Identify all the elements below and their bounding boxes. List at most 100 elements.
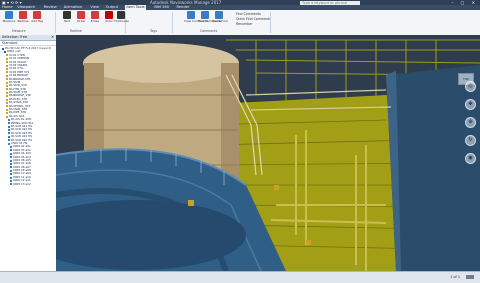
status-bar: 1 of 1 (0, 271, 480, 283)
layer-icon (6, 95, 8, 98)
layer-icon (10, 169, 12, 172)
look-icon[interactable]: ◉ (465, 153, 476, 164)
layer-icon (6, 115, 8, 118)
color-icon (105, 11, 113, 19)
layer-icon (6, 68, 8, 71)
draw-button[interactable]: Draw (74, 11, 88, 27)
group-redline-label: Redline (70, 29, 82, 33)
layer-icon (6, 108, 8, 111)
layer-icon (6, 64, 8, 67)
button-label: Quick Find (212, 19, 228, 23)
tag-icon (33, 11, 41, 19)
find-comments-button[interactable]: Find Comments (198, 11, 222, 27)
panel-title: Selection Tree (2, 35, 28, 39)
layer-icon (6, 84, 8, 87)
navigation-bar: ◎ ✥ ⊕ ↻ ◉ (464, 81, 476, 191)
layer-icon (8, 122, 10, 125)
layer-icon (6, 71, 8, 74)
button-label: Erase (90, 19, 100, 23)
pan-icon[interactable]: ✥ (465, 99, 476, 110)
layer-icon (2, 47, 4, 50)
ribbon: Find Comments Quick Find Comments Renumb… (0, 10, 480, 36)
add-tag-button[interactable]: Add Tag (30, 11, 44, 27)
tree-item[interactable]: 0000 13 a12 (0, 181, 56, 186)
layer-icon (10, 159, 12, 162)
layer-icon (8, 118, 10, 121)
button-label: Find Comments (198, 19, 222, 23)
layer-icon (6, 112, 8, 115)
layer-icon (6, 57, 8, 60)
layer-icon (8, 132, 10, 135)
ribbon-separator (270, 12, 271, 33)
close-icon[interactable]: ✕ (51, 35, 54, 40)
layer-icon (6, 91, 8, 94)
layer-icon (4, 51, 6, 54)
selection-tree: PC-HZ CAC EF Full 2017 (Level 2) 0000 uni… (0, 46, 56, 186)
find-comments-link[interactable]: Find Comments (236, 12, 261, 16)
button-label: Text (63, 19, 71, 23)
text-button[interactable]: Text (60, 11, 74, 27)
button-label: Add Tag (31, 19, 43, 23)
group-tags-label: Tags (150, 29, 158, 33)
layer-icon (10, 156, 12, 159)
layer-icon (10, 173, 12, 176)
quick-find-button[interactable]: Quick Find (212, 11, 228, 27)
renumber-link[interactable]: Renumber (236, 22, 252, 26)
panel-header: Selection Tree ✕ (0, 35, 56, 41)
find-icon (201, 11, 209, 19)
quick-find-comments-link[interactable]: Quick Find Comments (236, 17, 271, 21)
3d-viewport[interactable]: TOP ◎ ✥ ⊕ ↻ ◉ (56, 35, 480, 271)
layer-icon (6, 88, 8, 91)
selection-tree-panel: Selection Tree ✕ Standard PC-HZ CAC EF F… (0, 35, 57, 271)
layer-icon (6, 54, 8, 57)
button-label: Measure (2, 19, 16, 23)
search-input[interactable]: Type a keyword or phrase (300, 0, 360, 5)
erase-icon (91, 11, 99, 19)
layer-icon (10, 152, 12, 155)
layer-icon (6, 61, 8, 64)
thickness-button[interactable]: Thickness (114, 11, 129, 27)
redline-button[interactable]: Redline (16, 11, 30, 27)
pen-icon (19, 11, 27, 19)
performance-icon (466, 275, 474, 279)
text-icon (63, 11, 71, 19)
ruler-icon (5, 11, 13, 19)
zoom-icon[interactable]: ⊕ (465, 117, 476, 128)
view-comments-button[interactable]: View Comments (184, 11, 209, 27)
layer-icon (8, 125, 10, 128)
layer-icon (10, 176, 12, 179)
layer-icon (10, 146, 12, 149)
button-label: Redline (17, 19, 29, 23)
tree-item-label: 0000 13 a12 (13, 181, 31, 186)
layer-icon (10, 166, 12, 169)
ribbon-separator (172, 12, 173, 33)
thickness-icon (117, 11, 125, 19)
steering-wheel-icon[interactable]: ◎ (465, 81, 476, 92)
erase-button[interactable]: Erase (88, 11, 102, 27)
layer-icon (10, 183, 12, 186)
plant-model-scene (56, 35, 480, 271)
draw-icon (77, 11, 85, 19)
layer-icon (10, 149, 12, 152)
layer-icon (10, 162, 12, 165)
status-text: 1 of 1 (450, 275, 460, 279)
ribbon-separator (55, 12, 56, 33)
orbit-icon[interactable]: ↻ (465, 135, 476, 146)
button-label: Draw (77, 19, 85, 23)
layer-icon (8, 142, 10, 145)
layer-icon (6, 74, 8, 77)
layer-icon (8, 135, 10, 138)
layer-icon (6, 78, 8, 81)
layer-icon (10, 179, 12, 182)
button-label: Thickness (114, 19, 129, 23)
layer-icon (6, 105, 8, 108)
group-measure-label: Measure (12, 29, 26, 33)
measure-button[interactable]: Measure (2, 11, 16, 27)
layer-icon (8, 129, 10, 132)
layer-icon (6, 101, 8, 104)
layer-icon (8, 139, 10, 142)
comment-icon (187, 11, 195, 19)
binoculars-icon (215, 11, 223, 19)
layer-icon (6, 98, 8, 101)
button-label: View Comments (184, 19, 209, 23)
